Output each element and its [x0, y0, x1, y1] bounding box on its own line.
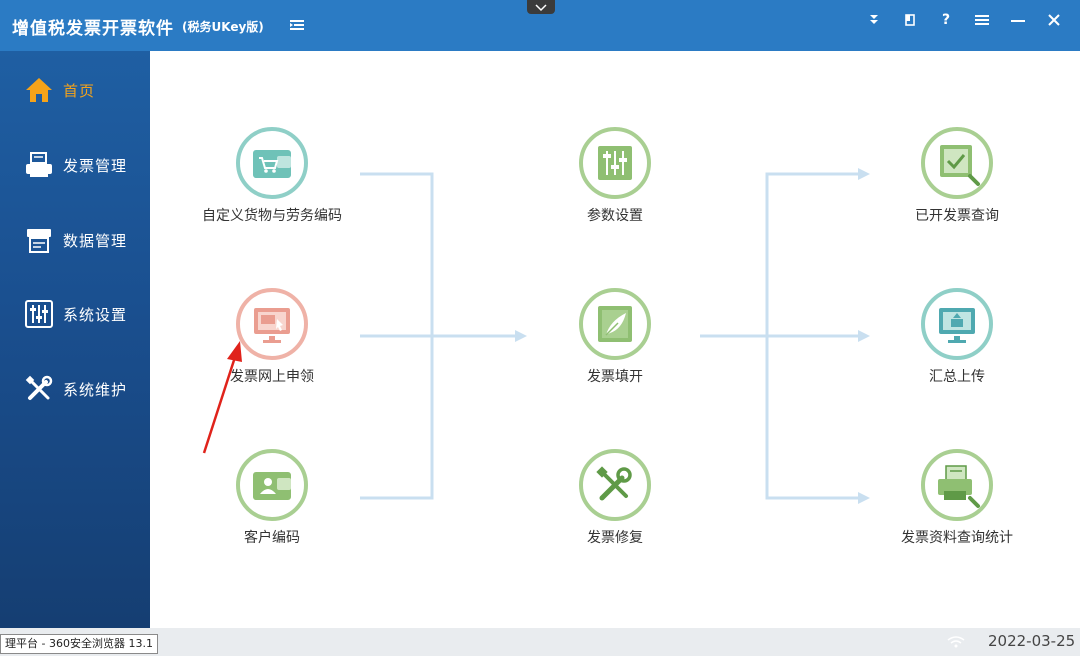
- pin-icon[interactable]: [892, 8, 928, 32]
- sidebar-item-home[interactable]: 首页: [0, 60, 150, 120]
- printer-icon: [24, 150, 54, 180]
- sidebar-item-label: 系统设置: [63, 305, 128, 324]
- node-customer-code[interactable]: 客户编码: [182, 449, 362, 547]
- help-icon[interactable]: ?: [928, 8, 964, 32]
- menu-icon[interactable]: [964, 8, 1000, 32]
- close-icon[interactable]: [1036, 8, 1072, 32]
- browser-tooltip: 理平台 - 360安全浏览器 13.1: [0, 634, 158, 654]
- sidebar-item-label: 系统维护: [63, 380, 128, 399]
- chevron-down-icon: [535, 4, 547, 12]
- issued-invoice-search-icon: [921, 127, 993, 199]
- main-content: 自定义货物与劳务编码 发票网上申领 客户编码 参数设置 发票填开 发票修复 已开…: [150, 51, 1080, 628]
- node-label: 发票填开: [587, 369, 643, 385]
- tools-icon: [24, 374, 54, 404]
- invoice-repair-icon: [579, 449, 651, 521]
- node-label: 客户编码: [244, 530, 300, 546]
- node-custom-goods-services-code[interactable]: 自定义货物与劳务编码: [182, 127, 362, 225]
- node-online-invoice-application[interactable]: 发票网上申领: [182, 288, 362, 386]
- sidebar-item-system-maintenance[interactable]: 系统维护: [0, 359, 150, 419]
- window-controls: ?: [856, 8, 1072, 32]
- node-label: 发票资料查询统计: [901, 530, 1013, 546]
- node-invoice-repair[interactable]: 发票修复: [525, 449, 705, 547]
- node-label: 发票网上申领: [230, 369, 314, 385]
- node-label: 已开发票查询: [915, 208, 999, 224]
- status-bar: [0, 628, 1080, 656]
- node-label: 参数设置: [587, 208, 643, 224]
- sidebar: 首页 发票管理 数据管理 系统设置 系统维护: [0, 51, 150, 628]
- status-date: 2022-03-25: [988, 632, 1076, 650]
- sidebar-item-label: 数据管理: [63, 231, 128, 250]
- node-invoice-data-query-statistics[interactable]: 发票资料查询统计: [867, 449, 1047, 547]
- app-subtitle: (税务UKey版): [182, 20, 264, 34]
- sidebar-item-system-settings[interactable]: 系统设置: [0, 284, 150, 344]
- node-label: 自定义货物与劳务编码: [202, 208, 342, 224]
- summary-upload-icon: [921, 288, 993, 360]
- node-summary-upload[interactable]: 汇总上传: [867, 288, 1047, 386]
- customer-wallet-icon: [236, 449, 308, 521]
- monitor-apply-icon: [236, 288, 308, 360]
- parameter-sliders-icon: [579, 127, 651, 199]
- home-icon: [24, 75, 54, 105]
- node-label: 汇总上传: [929, 369, 985, 385]
- app-window: 增值税发票开票软件 (税务UKey版) ? 首页 发票管理 数据管理 系统设置 …: [0, 0, 1080, 656]
- invoice-stats-search-icon: [921, 449, 993, 521]
- sidebar-item-label: 首页: [63, 81, 96, 100]
- cart-wallet-icon: [236, 127, 308, 199]
- node-invoice-issuing[interactable]: 发票填开: [525, 288, 705, 386]
- download-icon[interactable]: [856, 8, 892, 32]
- sliders-icon: [24, 299, 54, 329]
- app-title: 增值税发票开票软件: [12, 19, 174, 39]
- node-issued-invoice-query[interactable]: 已开发票查询: [867, 127, 1047, 225]
- data-icon: [24, 225, 54, 255]
- node-label: 发票修复: [587, 530, 643, 546]
- menu-toggle-icon[interactable]: [286, 12, 308, 38]
- title-bar: 增值税发票开票软件 (税务UKey版) ?: [0, 0, 1080, 51]
- sidebar-item-label: 发票管理: [63, 156, 128, 175]
- node-parameter-settings[interactable]: 参数设置: [525, 127, 705, 225]
- minimize-icon[interactable]: [1000, 8, 1036, 32]
- sidebar-item-invoice-management[interactable]: 发票管理: [0, 135, 150, 195]
- invoice-fill-icon: [579, 288, 651, 360]
- collapse-tab[interactable]: [527, 0, 555, 14]
- sidebar-item-data-management[interactable]: 数据管理: [0, 210, 150, 270]
- wifi-icon: [946, 634, 966, 650]
